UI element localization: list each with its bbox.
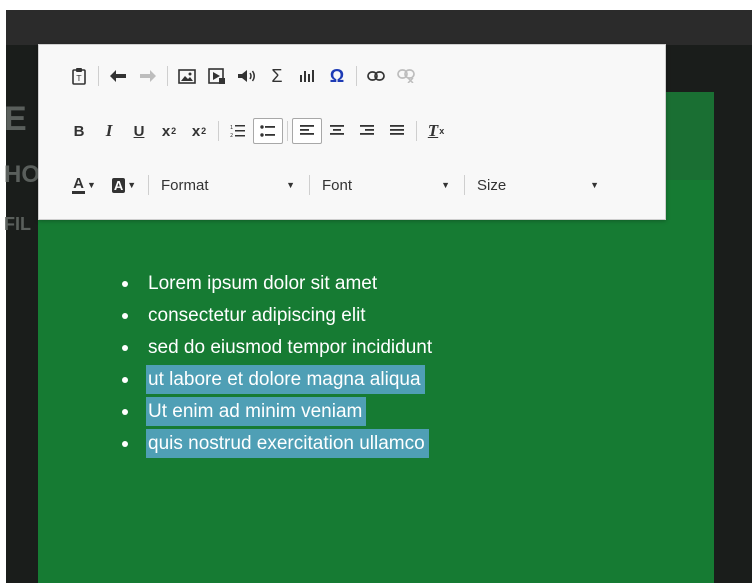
text-color-button[interactable]: A ▼ xyxy=(64,172,104,198)
toolbar-row-format: B I U x2 x2 12 Tx xyxy=(64,117,451,145)
math-sigma-icon[interactable]: Σ xyxy=(262,63,292,89)
chevron-down-icon: ▼ xyxy=(286,180,295,190)
subscript-mark: 2 xyxy=(171,126,177,136)
unlink-icon[interactable] xyxy=(391,63,421,89)
svg-text:2: 2 xyxy=(230,133,233,138)
toolbar-row-insert: T Σ Ω xyxy=(64,62,421,90)
background-label: FIL xyxy=(4,214,31,234)
background-subheading: HO xyxy=(4,161,40,188)
superscript-button[interactable]: x2 xyxy=(184,118,214,144)
format-dropdown-label: Format xyxy=(161,176,209,194)
bullet-dot xyxy=(122,377,128,383)
superscript-x: x xyxy=(191,122,201,140)
list-item-selected[interactable]: ut labore et dolore magna aliqua xyxy=(120,364,432,396)
size-dropdown[interactable]: Size ▼ xyxy=(469,172,609,198)
font-dropdown-label: Font xyxy=(322,176,353,194)
format-dropdown[interactable]: Format ▼ xyxy=(153,172,305,198)
background-color-button[interactable]: A ▼ xyxy=(104,172,144,198)
chevron-down-icon: ▼ xyxy=(127,180,137,190)
link-icon[interactable] xyxy=(361,63,391,89)
list-item-text: ut labore et dolore magna aliqua xyxy=(146,365,425,394)
image-icon[interactable] xyxy=(172,63,202,89)
bullet-dot xyxy=(122,345,128,351)
bullet-dot xyxy=(122,409,128,415)
video-icon[interactable] xyxy=(202,63,232,89)
numbered-list-icon[interactable]: 12 xyxy=(223,118,253,144)
underline-button[interactable]: U xyxy=(124,118,154,144)
separator xyxy=(356,66,357,86)
editor-toolbar: T Σ Ω B I U x 2 x 2 1 2 T x A ▼ A ▼ Form… xyxy=(38,44,666,220)
separator xyxy=(98,66,99,86)
align-center-icon[interactable] xyxy=(322,118,352,144)
svg-text:1: 1 xyxy=(230,125,233,131)
bullet-dot xyxy=(122,281,128,287)
list-item-text: Lorem ipsum dolor sit amet xyxy=(148,273,378,294)
remove-format-x: x xyxy=(439,126,445,136)
size-dropdown-label: Size xyxy=(477,176,507,194)
background-heading: E xyxy=(4,100,27,138)
chevron-down-icon: ▼ xyxy=(590,180,599,190)
bulleted-list-icon[interactable] xyxy=(253,118,283,144)
text-color-icon: A xyxy=(72,174,85,194)
italic-button[interactable]: I xyxy=(94,118,124,144)
special-char-icon[interactable]: Ω xyxy=(322,63,352,89)
chart-icon[interactable] xyxy=(292,63,322,89)
undo-icon[interactable] xyxy=(103,63,133,89)
remove-format-t: T xyxy=(427,121,439,140)
paste-text-icon[interactable]: T xyxy=(64,63,94,89)
audio-icon[interactable] xyxy=(232,63,262,89)
svg-text:T: T xyxy=(76,74,82,83)
toolbar-row-style: A ▼ A ▼ Format ▼ Font ▼ Size ▼ xyxy=(64,171,609,199)
separator xyxy=(167,66,168,86)
align-left-icon[interactable] xyxy=(292,118,322,144)
subscript-x: x xyxy=(161,122,171,140)
separator xyxy=(218,121,219,141)
separator xyxy=(309,175,310,195)
list-item-text: Ut enim ad minim veniam xyxy=(146,397,367,426)
remove-format-button[interactable]: Tx xyxy=(421,118,451,144)
list-item-text: quis nostrud exercitation ullamco xyxy=(146,429,429,458)
separator xyxy=(464,175,465,195)
bullet-dot xyxy=(122,313,128,319)
top-strip xyxy=(0,0,752,10)
list-item[interactable]: sed do eiusmod tempor incididunt xyxy=(120,332,432,364)
separator xyxy=(287,121,288,141)
align-right-icon[interactable] xyxy=(352,118,382,144)
left-edge xyxy=(0,10,6,583)
superscript-mark: 2 xyxy=(201,126,207,136)
bullet-dot xyxy=(122,441,128,447)
bulleted-list[interactable]: Lorem ipsum dolor sit amet consectetur a… xyxy=(120,268,432,460)
list-item[interactable]: Lorem ipsum dolor sit amet xyxy=(120,268,432,300)
list-item-selected[interactable]: Ut enim ad minim veniam xyxy=(120,396,432,428)
list-item-text: consectetur adipiscing elit xyxy=(148,305,366,326)
list-item-text: sed do eiusmod tempor incididunt xyxy=(148,337,433,358)
page-header-bar xyxy=(0,10,752,45)
separator xyxy=(416,121,417,141)
bold-button[interactable]: B xyxy=(64,118,94,144)
list-item-selected[interactable]: quis nostrud exercitation ullamco xyxy=(120,428,432,460)
list-item[interactable]: consectetur adipiscing elit xyxy=(120,300,432,332)
separator xyxy=(148,175,149,195)
align-justify-icon[interactable] xyxy=(382,118,412,144)
redo-icon[interactable] xyxy=(133,63,163,89)
subscript-button[interactable]: x2 xyxy=(154,118,184,144)
chevron-down-icon: ▼ xyxy=(86,180,96,190)
chevron-down-icon: ▼ xyxy=(441,180,450,190)
background-color-icon: A xyxy=(111,177,126,193)
font-dropdown[interactable]: Font ▼ xyxy=(314,172,460,198)
